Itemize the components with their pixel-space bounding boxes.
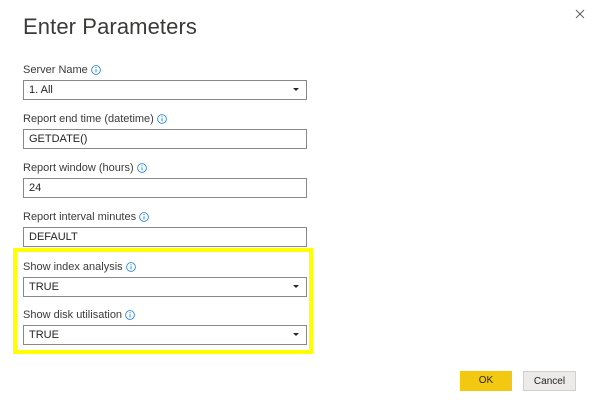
field-label: Server Name — [23, 64, 88, 76]
field-show-index-analysis: Show index analysis TRUE — [23, 260, 307, 297]
field-server-name: Server Name 1. All — [23, 63, 307, 100]
info-icon[interactable] — [125, 262, 136, 272]
field-label: Report window (hours) — [23, 162, 134, 174]
report-interval-input[interactable]: DEFAULT — [23, 227, 307, 247]
show-index-analysis-select[interactable]: TRUE — [23, 277, 307, 297]
select-value: TRUE — [29, 329, 59, 341]
field-label: Report interval minutes — [23, 211, 137, 223]
report-end-time-input[interactable]: GETDATE() — [23, 129, 307, 149]
show-disk-utilisation-select[interactable]: TRUE — [23, 325, 307, 345]
info-icon[interactable] — [156, 114, 167, 124]
info-icon[interactable] — [139, 212, 149, 222]
close-icon[interactable] — [572, 6, 588, 22]
chevron-down-icon — [293, 88, 299, 91]
report-window-input[interactable]: 24 — [23, 178, 307, 198]
info-icon[interactable] — [125, 310, 135, 320]
chevron-down-icon — [293, 333, 299, 336]
field-report-end-time: Report end time (datetime) GETDATE() — [23, 112, 307, 149]
field-show-disk-utilisation: Show disk utilisation TRUE — [23, 308, 307, 345]
cancel-button[interactable]: Cancel — [523, 371, 576, 391]
chevron-down-icon — [293, 285, 299, 288]
field-report-window: Report window (hours) 24 — [23, 161, 307, 198]
server-name-select[interactable]: 1. All — [23, 80, 307, 100]
info-icon[interactable] — [136, 163, 147, 173]
ok-button[interactable]: OK — [460, 371, 512, 391]
info-icon[interactable] — [90, 65, 101, 75]
field-label: Show disk utilisation — [23, 309, 123, 321]
dialog-title: Enter Parameters — [23, 14, 198, 39]
field-label: Show index analysis — [23, 261, 123, 273]
select-value: 1. All — [29, 84, 53, 96]
field-label: Report end time (datetime) — [23, 113, 154, 125]
field-report-interval: Report interval minutes DEFAULT — [23, 210, 307, 247]
select-value: TRUE — [29, 281, 59, 293]
